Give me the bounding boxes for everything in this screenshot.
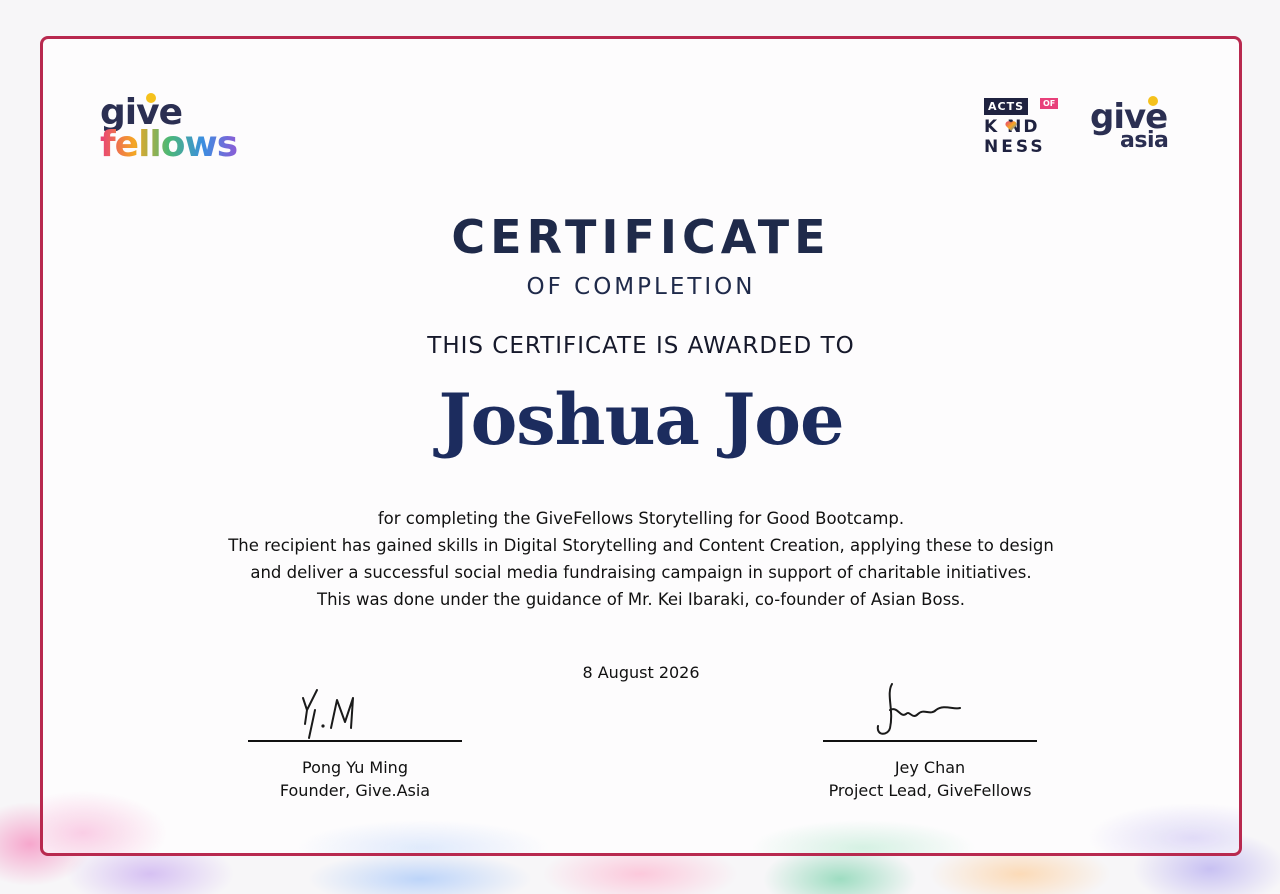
awarded-to-heading: THIS CERTIFICATE IS AWARDED TO xyxy=(427,333,855,359)
signature-block-right: Jey Chan Project Lead, GiveFellows xyxy=(820,680,1040,800)
signature-mark xyxy=(302,689,354,739)
aok-ness-label: NESS xyxy=(984,137,1046,157)
aok-of-label: OF xyxy=(1040,98,1059,109)
aok-acts-label: ACTS xyxy=(984,98,1029,115)
signer-title: Project Lead, GiveFellows xyxy=(828,781,1032,800)
recipient-name: Joshua Joe xyxy=(438,378,844,461)
heart-icon xyxy=(1005,121,1017,131)
givefellows-logo: give fellows xyxy=(100,93,290,167)
signature-line xyxy=(823,740,1037,742)
giveasia-logo-asia: asia xyxy=(1120,128,1169,153)
description-line: The recipient has gained skills in Digit… xyxy=(228,536,1054,555)
logo-dot-icon xyxy=(146,93,156,103)
signer-name: Jey Chan xyxy=(894,758,966,777)
description-line: This was done under the guidance of Mr. … xyxy=(316,590,966,609)
logo-dot-icon xyxy=(1148,96,1158,106)
frame-color-fade xyxy=(43,743,1239,853)
certificate-subtitle: OF COMPLETION xyxy=(526,274,756,300)
givefellows-logo-line2: fellows xyxy=(100,124,238,165)
signature-block-left: Pong Yu Ming Founder, Give.Asia xyxy=(245,680,465,800)
certificate-title: CERTIFICATE xyxy=(451,210,831,264)
description-line: for completing the GiveFellows Storytell… xyxy=(377,509,905,528)
certificate-date: 8 August 2026 xyxy=(582,663,700,682)
description-line: and deliver a successful social media fu… xyxy=(250,563,1032,582)
signature-mark xyxy=(876,683,961,735)
giveasia-logo: give asia xyxy=(1090,96,1190,156)
signer-name: Pong Yu Ming xyxy=(302,758,408,777)
signature-line xyxy=(248,740,462,742)
acts-of-kindness-logo: ACTS OF K ND NESS xyxy=(984,98,1064,158)
signer-title: Founder, Give.Asia xyxy=(279,781,431,800)
certificate-description: for completing the GiveFellows Storytell… xyxy=(40,505,1242,613)
